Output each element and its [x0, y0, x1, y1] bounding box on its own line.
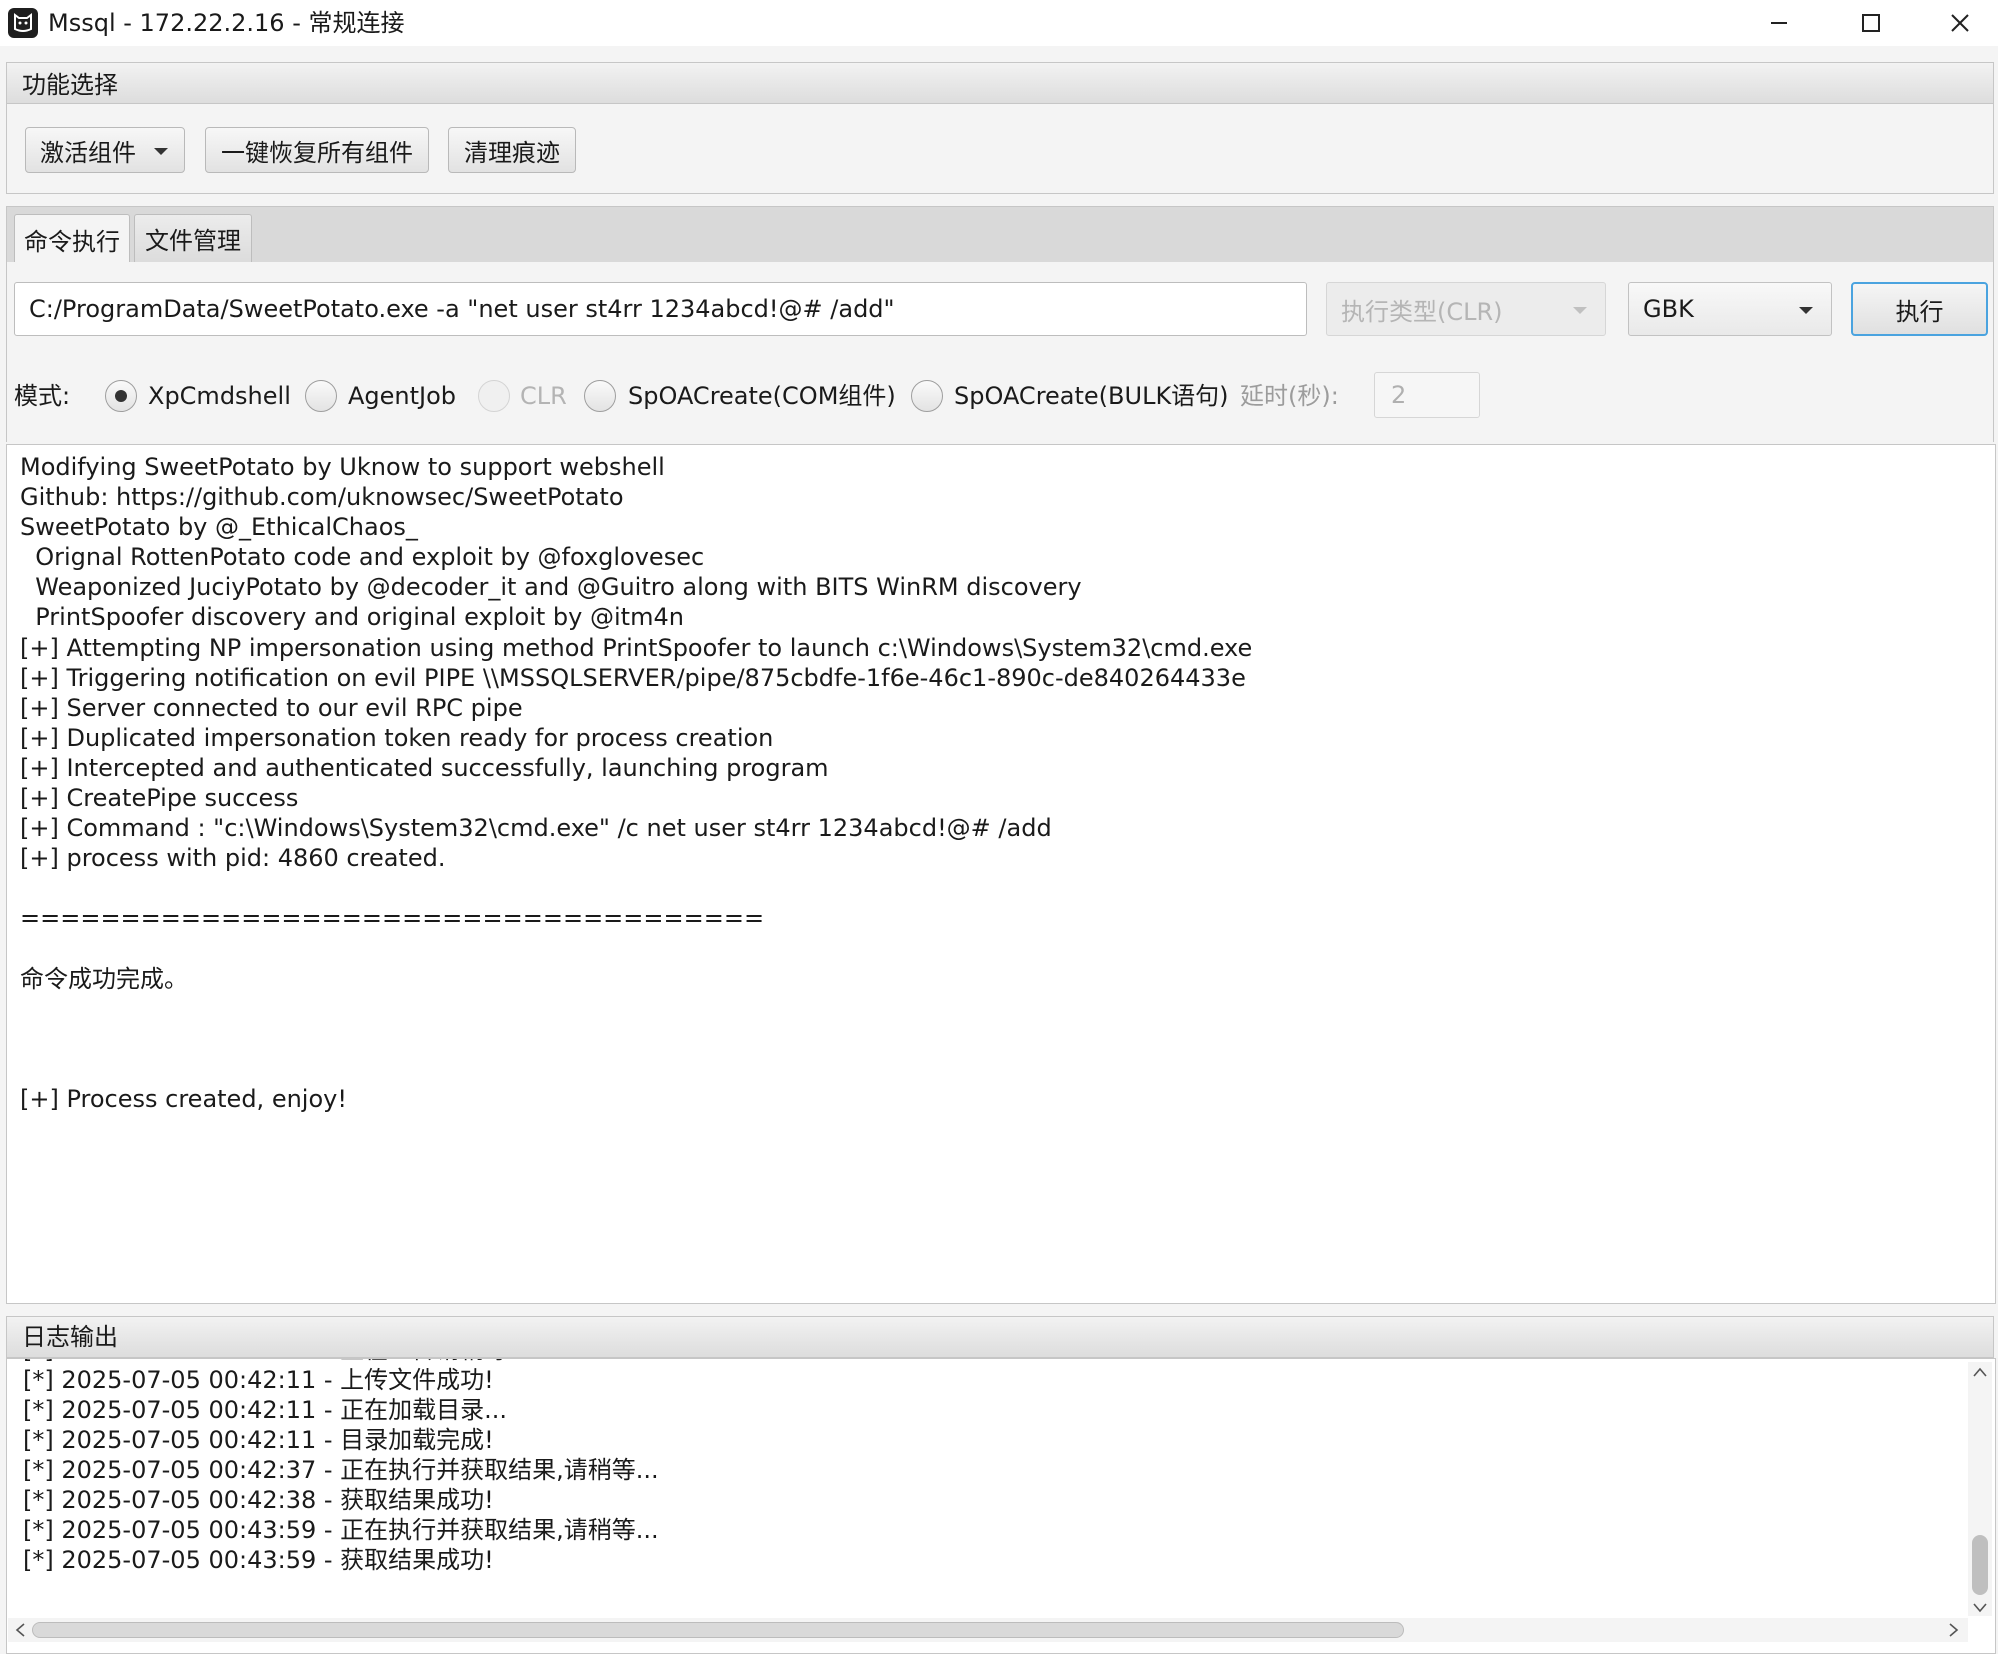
execute-button[interactable]: 执行: [1851, 282, 1988, 336]
log-panel-header: [6, 1316, 1994, 1358]
scroll-up-icon[interactable]: [1970, 1362, 1990, 1382]
log-output-area[interactable]: [*] 2025-07-05 00:42:01 - 正在上传请稍等... [*]…: [6, 1358, 1996, 1654]
tab-strip: [6, 206, 1994, 262]
close-icon: [1951, 14, 1969, 32]
mode-label: 模式:: [14, 382, 71, 410]
chevron-down-icon: [154, 148, 168, 155]
horizontal-scroll-thumb[interactable]: [32, 1622, 1404, 1638]
app-logo-icon: [8, 8, 38, 38]
command-output-text: Modifying SweetPotato by Uknow to suppor…: [20, 453, 1253, 1113]
tab-file-management[interactable]: 文件管理: [134, 214, 252, 262]
radio-xpcmdshell-label[interactable]: XpCmdshell: [148, 381, 291, 411]
chevron-down-icon: [1573, 307, 1587, 314]
clean-traces-button[interactable]: 清理痕迹: [448, 127, 576, 173]
minimize-button[interactable]: [1733, 0, 1825, 46]
exec-type-select[interactable]: 执行类型(CLR): [1326, 282, 1606, 336]
delay-input: 2: [1374, 372, 1480, 418]
maximize-button[interactable]: [1825, 0, 1917, 46]
radio-xpcmdshell[interactable]: [105, 380, 137, 412]
vertical-scroll-thumb[interactable]: [1972, 1535, 1988, 1595]
exec-type-placeholder: 执行类型(CLR): [1341, 297, 1503, 326]
log-panel-title: 日志输出: [22, 1323, 118, 1351]
minimize-icon: [1771, 22, 1787, 24]
restore-all-components-button[interactable]: 一键恢复所有组件: [205, 127, 429, 173]
activate-component-label: 激活组件: [40, 138, 136, 167]
function-panel-header: [6, 62, 1994, 104]
tab-command-execution[interactable]: 命令执行: [14, 214, 130, 264]
log-lines: [*] 2025-07-05 00:42:01 - 正在上传请稍等... [*]…: [23, 1359, 659, 1574]
radio-spoacreate-bulk-label[interactable]: SpOACreate(BULK语句): [954, 381, 1229, 411]
radio-spoacreate-com-label[interactable]: SpOACreate(COM组件): [628, 381, 896, 411]
scroll-down-icon[interactable]: [1970, 1598, 1990, 1618]
close-button[interactable]: [1914, 0, 1998, 46]
maximize-icon: [1862, 14, 1880, 32]
encoding-select[interactable]: GBK: [1628, 282, 1832, 336]
command-input[interactable]: [14, 282, 1307, 336]
radio-clr-label: CLR: [520, 382, 567, 410]
chevron-down-icon: [1799, 307, 1813, 314]
scroll-right-icon[interactable]: [1944, 1620, 1964, 1640]
window-title: Mssql - 172.22.2.16 - 常规连接: [48, 9, 405, 37]
radio-clr: [478, 380, 510, 412]
function-panel-title: 功能选择: [22, 71, 118, 99]
radio-spoacreate-com[interactable]: [584, 380, 616, 412]
radio-agentjob-label[interactable]: AgentJob: [348, 381, 456, 411]
activate-component-dropdown[interactable]: 激活组件: [25, 127, 185, 173]
radio-agentjob[interactable]: [305, 380, 337, 412]
encoding-value: GBK: [1643, 295, 1694, 323]
scroll-left-icon[interactable]: [10, 1620, 30, 1640]
radio-spoacreate-bulk[interactable]: [911, 380, 943, 412]
delay-label: 延时(秒):: [1240, 382, 1339, 410]
